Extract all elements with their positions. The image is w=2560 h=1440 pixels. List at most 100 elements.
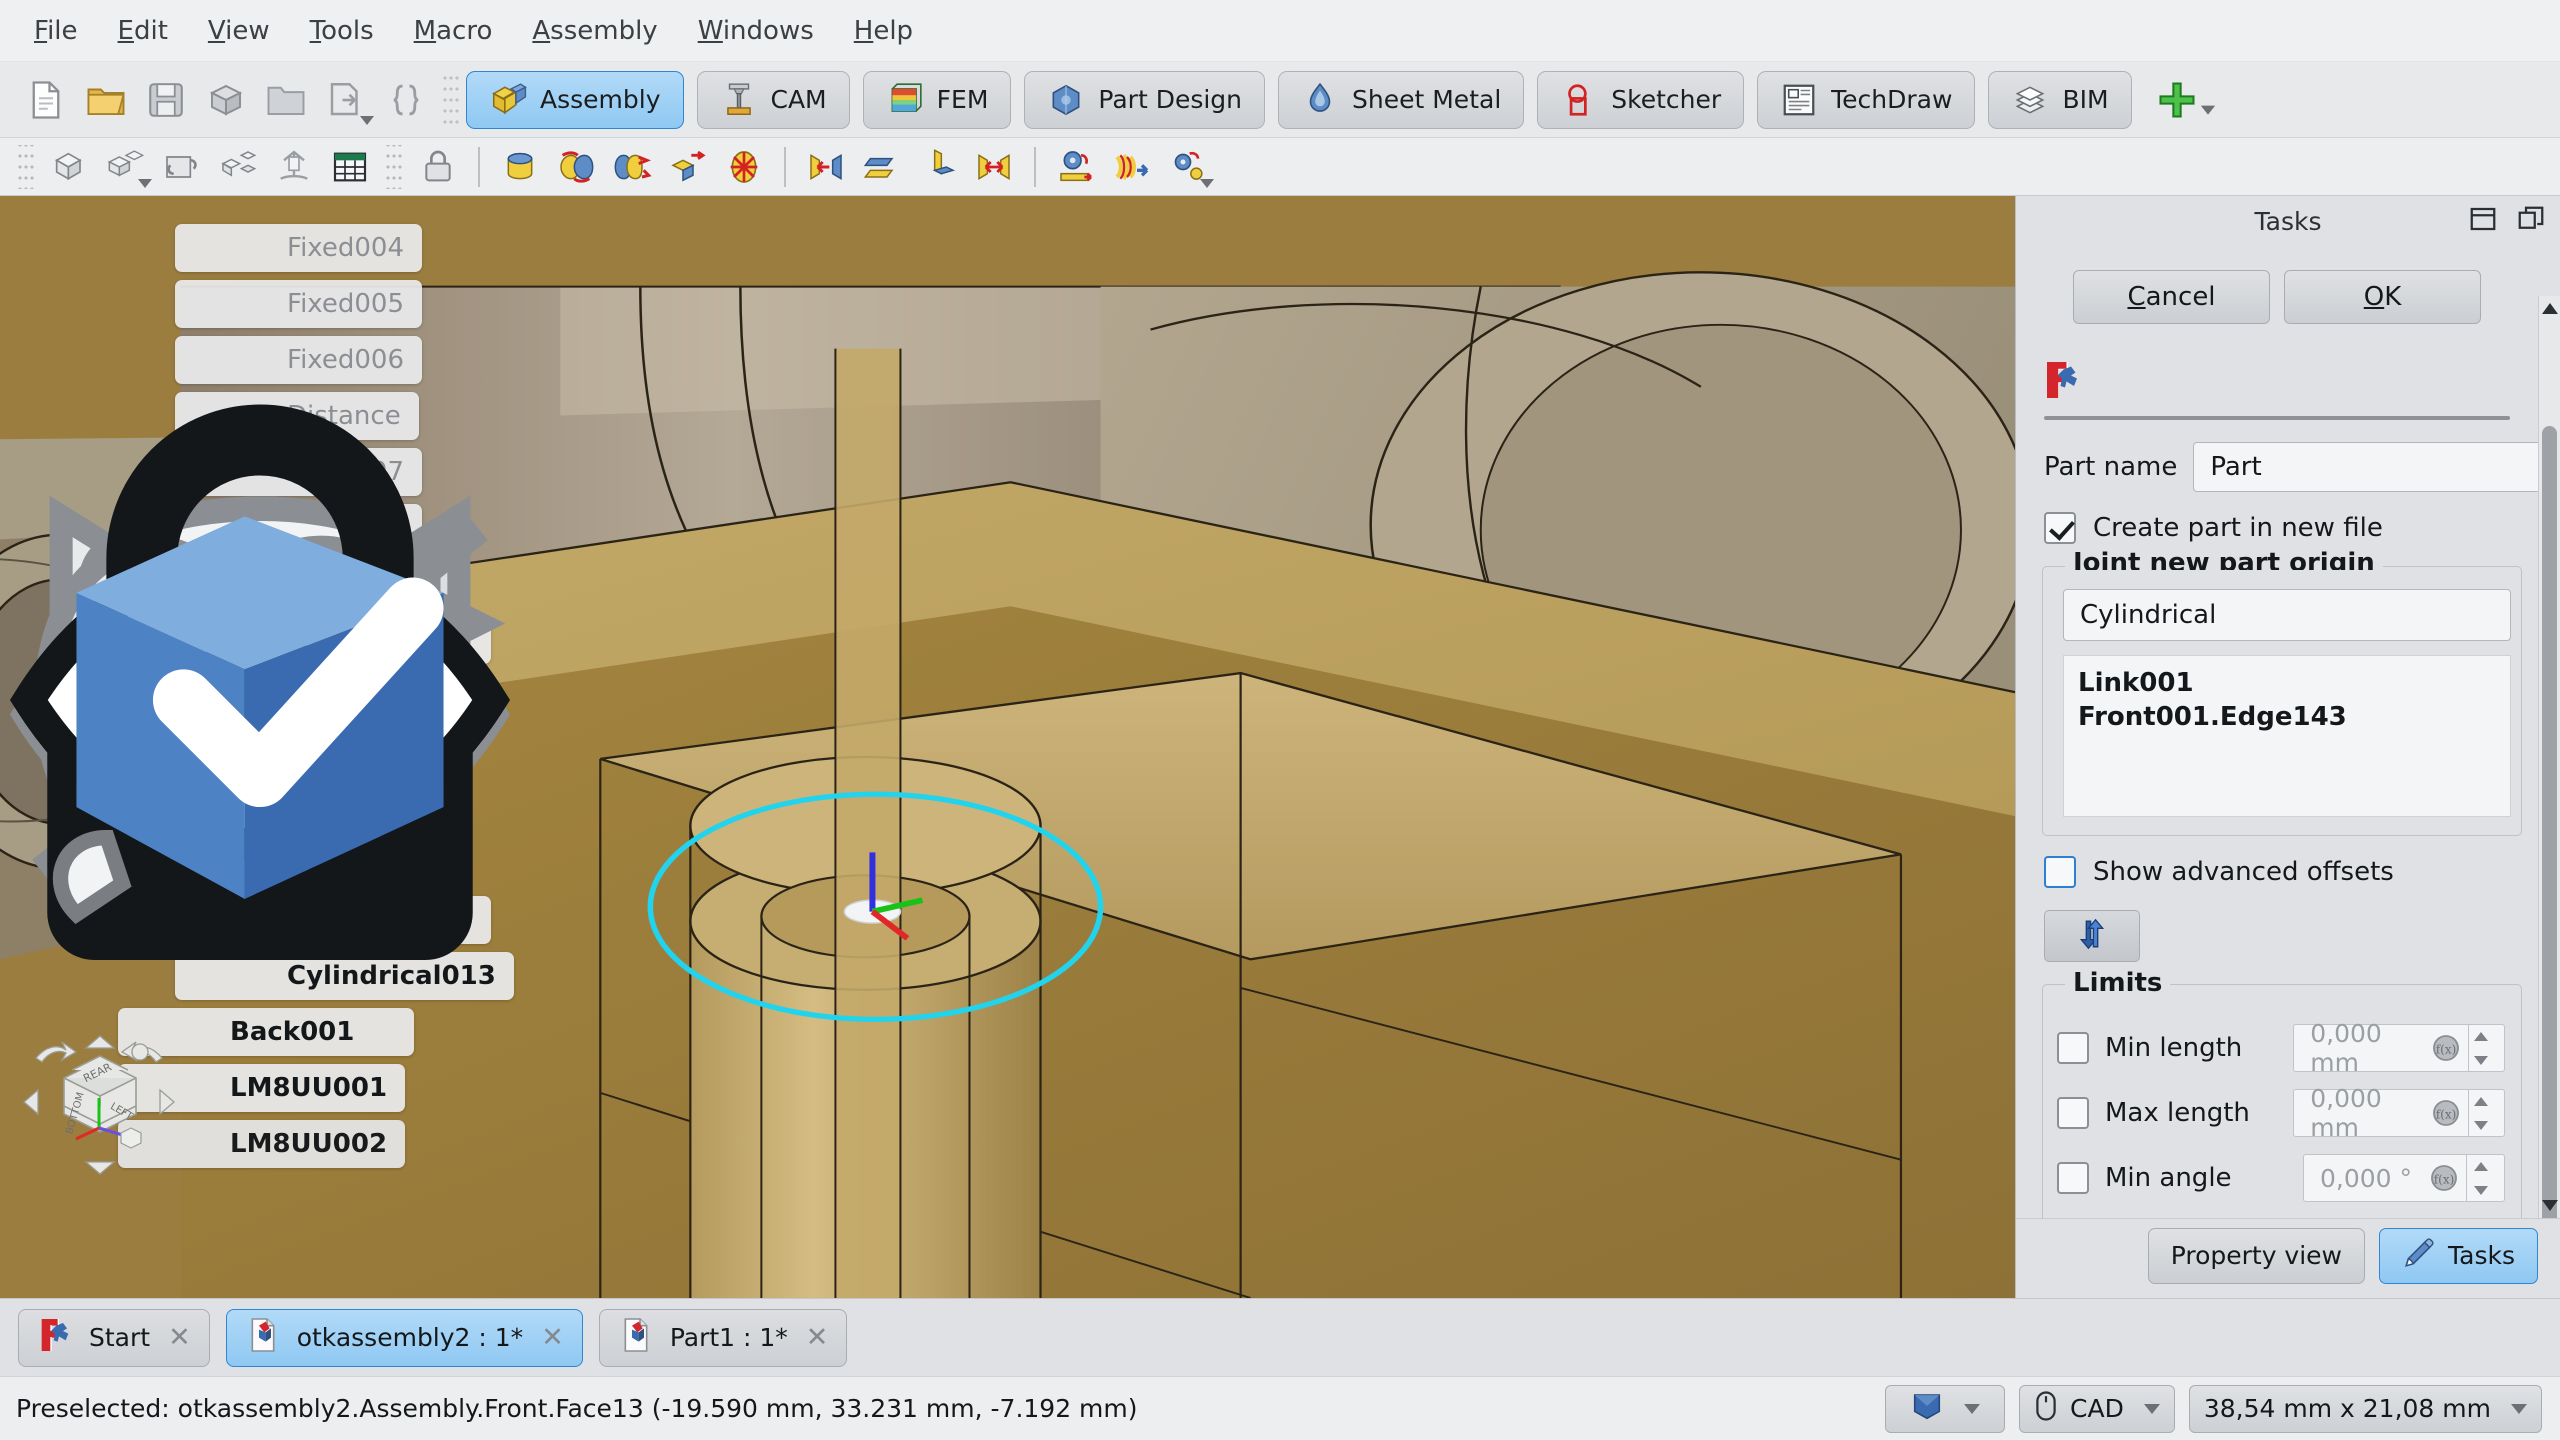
joint-type-combo[interactable]: Cylindrical — [2063, 589, 2511, 641]
navigation-style-selector[interactable]: CAD — [2019, 1384, 2175, 1433]
show-advanced-offsets-checkbox[interactable] — [2044, 856, 2076, 888]
expression-editor-icon[interactable]: f(x) — [2430, 1097, 2462, 1129]
document-tab-start[interactable]: Start ✕ — [18, 1308, 210, 1367]
render-style-selector[interactable] — [1885, 1384, 2006, 1433]
tasks-vertical-scrollbar[interactable] — [2538, 296, 2560, 1218]
dock-panel-icon[interactable] — [2468, 204, 2498, 238]
3d-viewport[interactable]: Fixed004 Fixed005 Fixed006 Distance Fixe… — [0, 196, 2015, 1298]
render-style-icon — [1910, 1391, 1944, 1427]
min-length-spinner[interactable] — [2467, 1024, 2494, 1072]
create-in-new-file-checkbox[interactable] — [2044, 512, 2076, 544]
close-icon[interactable]: ✕ — [168, 1322, 191, 1353]
angle-joint-icon[interactable] — [966, 142, 1022, 192]
create-assembly-icon[interactable] — [42, 142, 98, 192]
workbench-label-bim: BIM — [2062, 85, 2109, 114]
insert-component-icon[interactable] — [98, 142, 154, 192]
create-in-new-file-row[interactable]: Create part in new file — [2016, 492, 2538, 544]
menu-tools[interactable]: Tools — [290, 8, 394, 54]
show-advanced-offsets-row[interactable]: Show advanced offsets — [2016, 836, 2538, 888]
new-document-icon[interactable] — [16, 71, 76, 129]
workbench-label-fem: FEM — [936, 85, 989, 114]
workbench-button-sheet-metal[interactable]: Sheet Metal — [1278, 70, 1525, 129]
float-panel-icon[interactable] — [2516, 204, 2546, 238]
solve-assembly-icon[interactable] — [210, 142, 266, 192]
min-length-checkbox[interactable] — [2057, 1032, 2089, 1064]
parallel-joint-icon[interactable] — [854, 142, 910, 192]
open-document-icon[interactable] — [76, 71, 136, 129]
max-length-input[interactable]: 0,000 mm f(x) — [2293, 1084, 2505, 1142]
menu-view[interactable]: View — [188, 8, 290, 54]
gears-belt-icon[interactable] — [1160, 142, 1216, 192]
scroll-up-arrow-icon[interactable] — [2539, 296, 2560, 322]
workbench-button-sketcher[interactable]: Sketcher — [1537, 70, 1745, 129]
bom-table-icon[interactable] — [322, 142, 378, 192]
slider-joint-icon[interactable] — [660, 142, 716, 192]
min-angle-input[interactable]: 0,000 ° f(x) — [2303, 1154, 2505, 1202]
menu-edit[interactable]: Edit — [98, 8, 188, 54]
property-view-button[interactable]: Property view — [2147, 1227, 2366, 1284]
expression-editor-icon[interactable]: f(x) — [2428, 1162, 2460, 1194]
tasks-button[interactable]: Tasks — [2379, 1227, 2538, 1284]
max-length-checkbox[interactable] — [2057, 1097, 2089, 1129]
ball-joint-icon[interactable] — [716, 142, 772, 192]
screw-joint-icon[interactable] — [1104, 142, 1160, 192]
perpendicular-joint-icon[interactable] — [910, 142, 966, 192]
toggle-grounded-icon[interactable] — [410, 142, 466, 192]
ok-button[interactable]: OK — [2284, 270, 2481, 324]
menu-file[interactable]: File — [14, 8, 98, 54]
workbench-button-part-design[interactable]: Part Design — [1024, 70, 1266, 129]
rever`se-direction-button[interactable] — [2044, 910, 2140, 962]
workbench-button-assembly[interactable]: Assembly — [466, 70, 684, 129]
document-tab-otkassembly2[interactable]: otkassembly2 : 1* ✕ — [225, 1308, 583, 1367]
toolbar-drag-handle[interactable] — [442, 72, 460, 127]
rack-pinion-icon[interactable] — [1048, 142, 1104, 192]
scroll-down-arrow-icon[interactable] — [2539, 1192, 2560, 1218]
document-tab-part1[interactable]: Part1 : 1* ✕ — [598, 1308, 848, 1367]
add-workbench-plus-icon[interactable] — [2155, 78, 2217, 122]
export-icon[interactable] — [316, 71, 376, 129]
joint-group-title: Joint new part origin — [2065, 550, 2383, 570]
scrollbar-thumb[interactable] — [2542, 426, 2557, 1218]
min-length-input[interactable]: 0,000 mm f(x) — [2293, 1019, 2505, 1077]
svg-text:f(x): f(x) — [2434, 1172, 2455, 1186]
workbench-button-fem[interactable]: FEM — [862, 70, 1012, 129]
exploded-view-icon[interactable] — [266, 142, 322, 192]
freecad-logo-icon — [2044, 362, 2080, 404]
menu-macro[interactable]: Macro — [394, 8, 513, 54]
save-document-icon[interactable] — [136, 71, 196, 129]
fixed-joint-icon[interactable] — [492, 142, 548, 192]
workbench-button-bim[interactable]: BIM — [1988, 70, 2132, 129]
close-icon[interactable]: ✕ — [806, 1322, 829, 1353]
tasks-scroll-area: Cancel OK Part name Part Create part in … — [2016, 246, 2538, 1218]
part-name-input[interactable]: Part — [2193, 442, 2538, 492]
menu-help[interactable]: Help — [834, 8, 933, 54]
reference-item-1[interactable]: Link001 — [2078, 666, 2496, 700]
min-angle-checkbox[interactable] — [2057, 1162, 2089, 1194]
expression-editor-icon[interactable]: f(x) — [2430, 1032, 2462, 1064]
distance-joint-icon[interactable] — [798, 142, 854, 192]
workbench-button-techdraw[interactable]: TechDraw — [1757, 70, 1976, 129]
menu-assembly[interactable]: Assembly — [512, 8, 677, 54]
workbench-button-cam[interactable]: CAM — [696, 70, 850, 129]
reference-item-2[interactable]: Front001.Edge143 — [2078, 700, 2496, 734]
tasks-panel-title: Tasks — [2254, 206, 2322, 236]
toolbar-drag-handle-3[interactable] — [386, 144, 402, 189]
toolbar-drag-handle-2[interactable] — [18, 144, 34, 189]
folder-icon[interactable] — [256, 71, 316, 129]
max-length-spinner[interactable] — [2467, 1089, 2494, 1137]
workbench-label-sheet-metal: Sheet Metal — [1352, 85, 1502, 114]
cancel-button[interactable]: Cancel — [2073, 270, 2270, 324]
import-component-icon[interactable] — [154, 142, 210, 192]
min-angle-spinner[interactable] — [2466, 1154, 2494, 1202]
menu-windows[interactable]: Windows — [678, 8, 834, 54]
std-group-icon[interactable] — [196, 71, 256, 129]
revolute-joint-icon[interactable] — [548, 142, 604, 192]
dimensions-indicator[interactable]: 38,54 mm x 21,08 mm — [2188, 1384, 2542, 1433]
cylindrical-joint-icon[interactable] — [604, 142, 660, 192]
document-tab-bar: Start ✕ otkassembly2 : 1* ✕ Part1 : 1* ✕ — [0, 1298, 2560, 1376]
navigation-cube[interactable]: REAR BOTTOM LEFT — [14, 1010, 184, 1180]
limit-row-min-length: Min length 0,000 mm f(x) — [2057, 1019, 2507, 1077]
joint-reference-list[interactable]: Link001 Front001.Edge143 — [2063, 655, 2511, 817]
macro-braces-icon[interactable] — [376, 71, 436, 129]
close-icon[interactable]: ✕ — [541, 1322, 564, 1353]
